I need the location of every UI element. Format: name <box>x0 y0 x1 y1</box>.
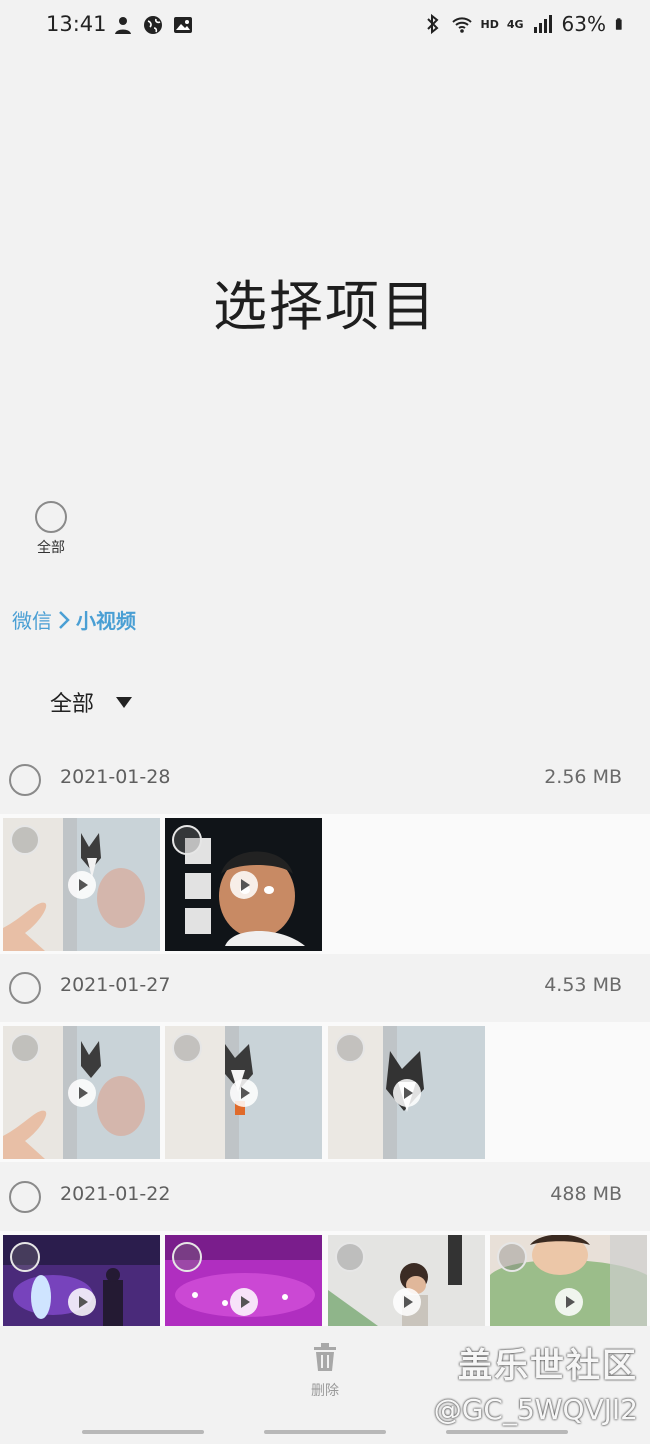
battery-icon <box>615 18 622 30</box>
video-play-icon <box>68 871 96 899</box>
signal-icon <box>533 15 552 33</box>
group-size: 488 MB <box>550 1183 622 1205</box>
group-header: 2021-01-28 2.56 MB <box>0 751 650 809</box>
status-system-icons: HD 4G 63% <box>421 12 628 36</box>
group-select-checkbox[interactable] <box>9 1181 41 1213</box>
bottom-action-bar: 删除 盖乐世社区 @GC_5WQVJI2 <box>0 1326 650 1444</box>
group-size: 4.53 MB <box>544 974 622 996</box>
breadcrumb-parent[interactable]: 微信 <box>12 605 52 634</box>
group-select-checkbox[interactable] <box>9 764 41 796</box>
video-thumbnail[interactable] <box>3 1235 160 1326</box>
delete-button[interactable]: 删除 <box>300 1342 350 1400</box>
bluetooth-icon <box>426 13 439 35</box>
watermark-title: 盖乐世社区 <box>458 1346 638 1386</box>
video-play-icon <box>68 1079 96 1107</box>
thumbnail-row <box>0 1022 650 1162</box>
group-date: 2021-01-22 <box>60 1183 171 1205</box>
item-select-checkbox[interactable] <box>497 1242 527 1272</box>
select-all[interactable]: 全部 <box>33 501 69 557</box>
dropdown-arrow-icon <box>116 696 133 708</box>
page-title: 选择项目 <box>213 275 437 338</box>
video-thumbnail[interactable] <box>328 1235 485 1326</box>
item-select-checkbox[interactable] <box>335 1033 365 1063</box>
breadcrumb: 微信 小视频 <box>12 605 136 634</box>
status-notification-icons <box>112 14 194 36</box>
trash-icon <box>314 1343 336 1371</box>
item-select-checkbox[interactable] <box>10 1033 40 1063</box>
globe-icon <box>144 16 162 34</box>
group-size: 2.56 MB <box>544 766 622 788</box>
hd-icon: HD <box>480 17 499 31</box>
item-select-checkbox[interactable] <box>335 1242 365 1272</box>
thumbnail-row <box>0 1231 650 1326</box>
thumbnail-row <box>0 814 650 954</box>
item-select-checkbox[interactable] <box>172 1033 202 1063</box>
user-icon <box>115 17 131 34</box>
select-all-label: 全部 <box>37 540 65 556</box>
chevron-right-icon <box>59 610 70 629</box>
status-bar: 13:41 HD 4G 63% <box>0 0 650 56</box>
group-select-checkbox[interactable] <box>9 972 41 1004</box>
group-date: 2021-01-27 <box>60 974 171 996</box>
video-play-icon <box>393 1288 421 1316</box>
video-play-icon <box>393 1079 421 1107</box>
battery-percent: 63% <box>561 12 606 36</box>
item-select-checkbox[interactable] <box>172 825 202 855</box>
group-header: 2021-01-27 4.53 MB <box>0 959 650 1017</box>
video-thumbnail[interactable] <box>328 1026 485 1159</box>
video-play-icon <box>230 871 258 899</box>
wifi-icon <box>451 17 472 33</box>
item-select-checkbox[interactable] <box>172 1242 202 1272</box>
nav-indicator[interactable] <box>82 1430 204 1434</box>
video-thumbnail[interactable] <box>165 1235 322 1326</box>
group-header: 2021-01-22 488 MB <box>0 1168 650 1226</box>
video-thumbnail[interactable] <box>3 1026 160 1159</box>
status-time: 13:41 <box>46 12 107 36</box>
item-select-checkbox[interactable] <box>10 825 40 855</box>
nav-indicator[interactable] <box>446 1430 568 1434</box>
group-date: 2021-01-28 <box>60 766 171 788</box>
select-all-checkbox[interactable] <box>35 501 67 533</box>
watermark: 盖乐世社区 @GC_5WQVJI2 <box>434 1338 638 1426</box>
video-play-icon <box>68 1288 96 1316</box>
nav-indicator[interactable] <box>264 1430 386 1434</box>
network-type: 4G <box>506 17 524 31</box>
video-thumbnail[interactable] <box>165 1026 322 1159</box>
video-play-icon <box>230 1288 258 1316</box>
video-thumbnail[interactable] <box>3 818 160 951</box>
filter-dropdown[interactable]: 全部 <box>50 686 133 718</box>
delete-label: 删除 <box>311 1383 339 1399</box>
video-play-icon <box>555 1288 583 1316</box>
item-select-checkbox[interactable] <box>10 1242 40 1272</box>
watermark-user: @GC_5WQVJI2 <box>433 1393 638 1426</box>
breadcrumb-current: 小视频 <box>76 609 136 633</box>
image-icon <box>174 17 192 33</box>
filter-selected: 全部 <box>50 692 95 717</box>
video-thumbnail[interactable] <box>490 1235 647 1326</box>
video-play-icon <box>230 1079 258 1107</box>
video-thumbnail[interactable] <box>165 818 322 951</box>
